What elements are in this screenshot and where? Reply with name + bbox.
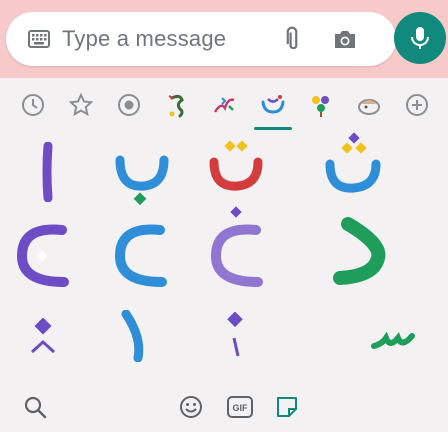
- gif-icon[interactable]: GIF: [226, 394, 254, 420]
- microphone-icon: [411, 27, 429, 49]
- sticker-ba[interactable]: [112, 146, 172, 206]
- paperclip-icon[interactable]: [278, 25, 306, 53]
- sticker-tabs: [0, 80, 448, 130]
- keyboard-icon[interactable]: [28, 30, 50, 48]
- sticker-alef[interactable]: [22, 142, 70, 202]
- sticker-dal[interactable]: [330, 216, 394, 292]
- message-input[interactable]: Type a message: [6, 12, 396, 66]
- camera-icon[interactable]: [332, 26, 358, 52]
- add-pack-icon[interactable]: [404, 92, 430, 118]
- sticker-zay[interactable]: [220, 312, 250, 362]
- sticker-haa[interactable]: [110, 220, 174, 290]
- favorite-icon[interactable]: [68, 92, 94, 118]
- composer-bar: Type a message: [0, 0, 448, 78]
- emoji-icon[interactable]: [178, 394, 204, 420]
- microphone-button[interactable]: [394, 12, 446, 64]
- pack-5-icon[interactable]: [356, 92, 382, 118]
- sticker-khaa[interactable]: [206, 204, 270, 290]
- sticker-grid: [0, 132, 448, 384]
- pack-1-icon[interactable]: [164, 92, 190, 118]
- emoji-pack-icon[interactable]: [116, 92, 142, 118]
- pack-2-icon[interactable]: [212, 92, 238, 118]
- search-icon[interactable]: [22, 394, 48, 420]
- sticker-diamond-a[interactable]: [28, 318, 58, 358]
- pack-3-active-icon[interactable]: [254, 92, 292, 130]
- sticker-seen[interactable]: [370, 316, 418, 356]
- keyboard-bottom-bar: GIF: [0, 384, 448, 432]
- pack-4-icon[interactable]: [308, 92, 334, 118]
- message-placeholder: Type a message: [62, 26, 227, 51]
- sticker-icon[interactable]: [274, 394, 300, 420]
- recent-icon[interactable]: [20, 92, 46, 118]
- sticker-ra[interactable]: [118, 310, 148, 362]
- sticker-tha[interactable]: [322, 132, 386, 198]
- sticker-jeem[interactable]: [12, 220, 76, 290]
- sticker-ta[interactable]: [206, 138, 268, 198]
- gif-label: GIF: [233, 403, 249, 413]
